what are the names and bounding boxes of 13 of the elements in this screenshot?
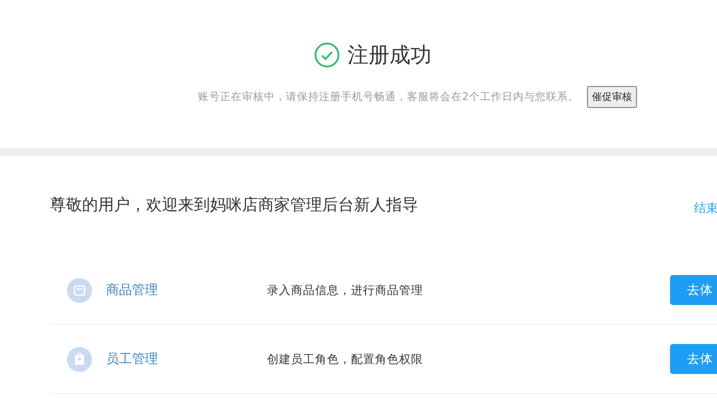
module-link[interactable]: 员工管理 [106, 350, 267, 368]
urge-review-button[interactable]: 催促审核 [586, 86, 637, 108]
guide-heading: 尊敬的用户，欢迎来到妈咪店商家管理后台新人指导 [50, 194, 418, 216]
try-button[interactable]: 去体 [670, 275, 717, 305]
check-circle-icon [314, 42, 340, 68]
review-message: 账号正在审核中，请保持注册手机号畅通，客服将会在2个工作日内与您联系。 [198, 90, 579, 104]
module-description: 创建员工角色，配置角色权限 [267, 352, 423, 366]
id-badge-icon [67, 346, 92, 372]
success-title: 注册成功 [348, 42, 432, 69]
try-button[interactable]: 去体 [670, 344, 717, 374]
module-link[interactable]: 商品管理 [106, 281, 267, 299]
module-description: 录入商品信息，进行商品管理 [267, 282, 423, 298]
bag-icon [67, 278, 92, 302]
